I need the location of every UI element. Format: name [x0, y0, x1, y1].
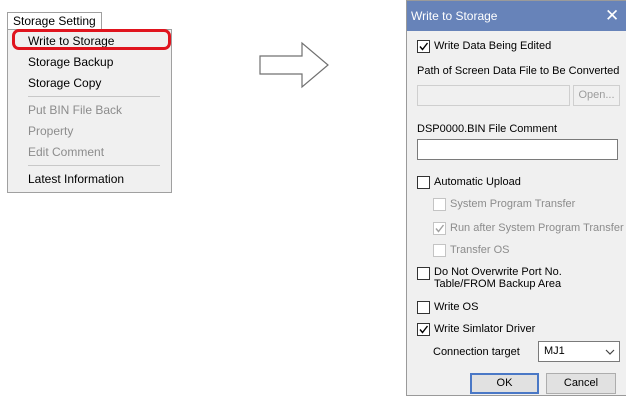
- run-after-transfer-label: Run after System Program Transfer: [450, 222, 624, 234]
- automatic-upload-checkbox[interactable]: [417, 176, 430, 189]
- menu-item-storage-copy[interactable]: Storage Copy: [28, 75, 101, 91]
- do-not-overwrite-label: Do Not Overwrite Port No. Table/FROM Bac…: [434, 266, 562, 290]
- menu-item-property[interactable]: Property: [28, 123, 73, 139]
- close-icon[interactable]: ✕: [605, 6, 619, 26]
- write-data-checkbox[interactable]: [417, 40, 430, 53]
- menu-item-edit-comment[interactable]: Edit Comment: [28, 144, 104, 160]
- comment-input[interactable]: [417, 139, 618, 160]
- dialog-title: Write to Storage: [411, 9, 498, 23]
- write-to-storage-dialog: Write to Storage ✕ Write Data Being Edit…: [406, 0, 626, 396]
- comment-label: DSP0000.BIN File Comment: [417, 123, 557, 135]
- run-after-transfer-checkbox[interactable]: [433, 222, 446, 235]
- chevron-down-icon: [605, 349, 615, 355]
- menu-item-storage-backup[interactable]: Storage Backup: [28, 54, 113, 70]
- menu-separator: [28, 165, 160, 166]
- ok-button[interactable]: OK: [470, 373, 539, 394]
- connection-target-value: MJ1: [544, 345, 565, 357]
- transfer-os-checkbox[interactable]: [433, 244, 446, 257]
- automatic-upload-label: Automatic Upload: [434, 176, 521, 188]
- write-data-label: Write Data Being Edited: [434, 40, 552, 52]
- dialog-title-bar: Write to Storage ✕: [407, 1, 626, 31]
- path-label: Path of Screen Data File to Be Converted: [417, 65, 620, 77]
- right-arrow-icon: [259, 41, 329, 89]
- menu-item-put-bin-file-back[interactable]: Put BIN File Back: [28, 102, 122, 118]
- system-program-transfer-checkbox[interactable]: [433, 198, 446, 211]
- path-input[interactable]: [417, 85, 570, 106]
- system-program-transfer-label: System Program Transfer: [450, 198, 576, 210]
- do-not-overwrite-label-line2: Table/FROM Backup Area: [434, 278, 562, 290]
- open-button[interactable]: Open...: [573, 85, 620, 106]
- do-not-overwrite-label-line1: Do Not Overwrite Port No.: [434, 266, 562, 278]
- write-os-label: Write OS: [434, 301, 479, 313]
- highlight-outline: [12, 29, 171, 50]
- connection-target-label: Connection target: [433, 346, 520, 358]
- menu-item-latest-information[interactable]: Latest Information: [28, 171, 124, 187]
- storage-setting-tab[interactable]: Storage Setting: [7, 12, 102, 30]
- transfer-os-label: Transfer OS: [450, 244, 510, 256]
- write-os-checkbox[interactable]: [417, 301, 430, 314]
- connection-target-select[interactable]: MJ1: [538, 341, 620, 362]
- write-simulator-driver-label: Write Simlator Driver: [434, 323, 536, 335]
- cancel-button[interactable]: Cancel: [546, 373, 616, 394]
- menu-separator: [28, 96, 160, 97]
- write-simulator-driver-checkbox[interactable]: [417, 323, 430, 336]
- do-not-overwrite-checkbox[interactable]: [417, 267, 430, 280]
